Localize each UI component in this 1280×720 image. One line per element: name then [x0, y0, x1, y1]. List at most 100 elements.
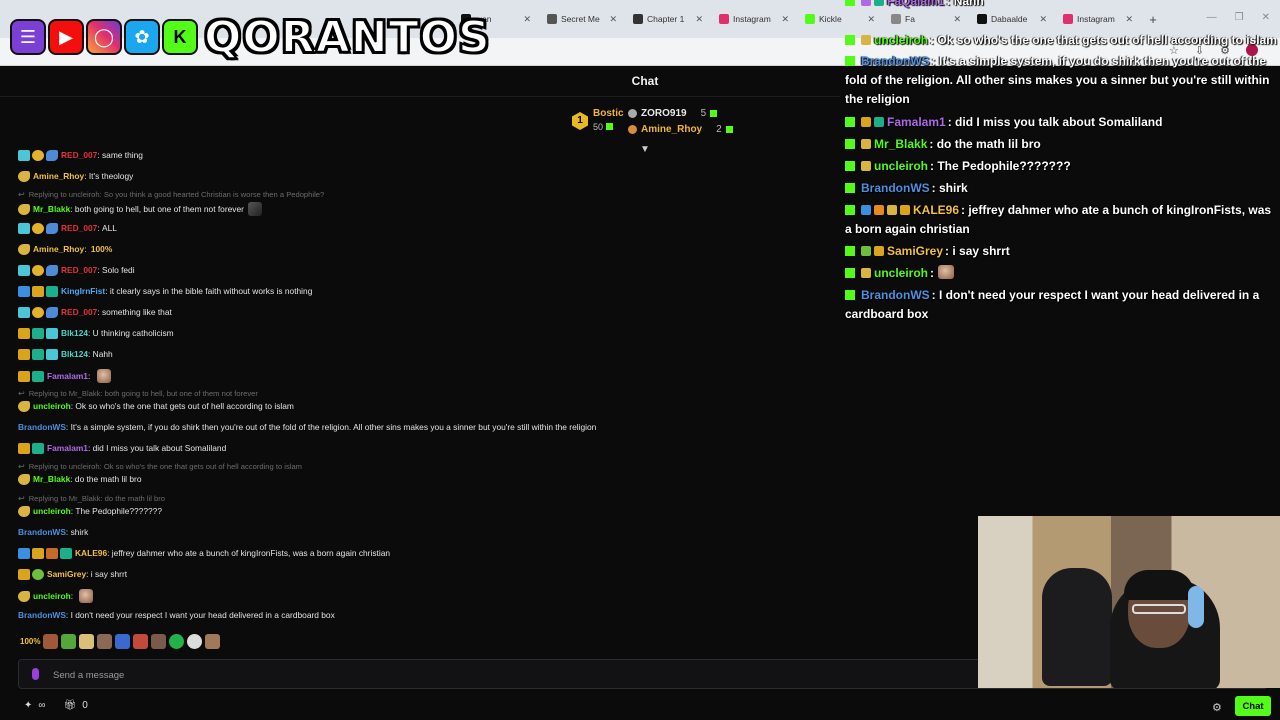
chat-username[interactable]: RED_007 [61, 150, 97, 161]
chat-username[interactable]: BrandonWS [18, 610, 66, 621]
chat-username[interactable]: Famalam1 [47, 371, 88, 382]
close-tab-icon[interactable]: ✕ [609, 14, 617, 25]
emote-icon[interactable] [79, 634, 95, 649]
emote-icon[interactable] [133, 634, 149, 649]
chat-footer: ✦ ∞ 🎁︎ 0 ⚙ Chat [0, 696, 1280, 720]
chat-message[interactable]: Blk124: Nahh [18, 349, 113, 360]
emote-icon[interactable] [115, 634, 131, 649]
user-badge-icon [861, 117, 871, 127]
chat-username[interactable]: KALE96 [75, 548, 107, 559]
chat-message[interactable]: RED_007: Solo fedi [18, 265, 135, 276]
chat-message[interactable]: RED_007: something like that [18, 307, 172, 318]
microphone-icon[interactable] [32, 668, 39, 680]
reply-text: Replying to Mr_Blakk: do the math lil br… [28, 494, 166, 503]
chat-username[interactable]: BrandonWS [18, 422, 66, 433]
gift-leaderboard[interactable]: 1 Bostic 50 ZORO919 5 Amine_Rhoy 2 [568, 104, 733, 144]
chat-message[interactable]: Amine_Rhoy: It's theology [18, 171, 133, 182]
sub-badge-icon [46, 286, 58, 297]
kick-badge-icon [845, 183, 855, 193]
chat-username[interactable]: Amine_Rhoy [33, 171, 84, 182]
emote-icon[interactable] [97, 634, 113, 649]
user-badge-icon [874, 117, 884, 127]
gift-badge-icon [46, 349, 58, 360]
browser-tab[interactable]: Secret Me ✕ [541, 6, 623, 32]
reply-context[interactable]: ↩ Replying to Mr_Blakk: both going to hel… [18, 389, 258, 398]
browser-tab[interactable]: Instagram ✕ [713, 6, 795, 32]
close-tab-icon[interactable]: ✕ [695, 14, 703, 25]
chat-message[interactable]: SamiGrey: i say shrrt [18, 569, 127, 580]
chat-username[interactable]: Blk124 [61, 328, 88, 339]
chat-username[interactable]: RED_007 [61, 307, 97, 318]
chat-username[interactable]: Famalam1 [47, 443, 88, 454]
chat-username[interactable]: RED_007 [61, 265, 97, 276]
emote-icon[interactable] [205, 634, 221, 649]
brand-name: QORANTOS [203, 11, 491, 64]
chat-message[interactable]: Blk124: U thinking catholicism [18, 328, 174, 339]
chat-username[interactable]: RED_007 [61, 223, 97, 234]
user-badges [18, 443, 44, 454]
chat-username[interactable]: uncleiroh [33, 591, 71, 602]
chat-message-text: i say shrrt [90, 569, 128, 579]
leaderboard-row: ZORO919 5 [628, 108, 718, 119]
chat-message[interactable]: RED_007: ALL [18, 223, 117, 234]
chat-username[interactable]: Amine_Rhoy [33, 244, 84, 255]
reply-context[interactable]: ↩ Replying to uncleiroh: So you think a g… [18, 190, 324, 199]
wing-badge-icon [46, 150, 58, 161]
user-badge-icon [874, 0, 884, 6]
chat-message[interactable]: uncleiroh: [18, 589, 94, 603]
chat-message[interactable]: uncleiroh: Ok so who's the one that gets… [18, 401, 294, 412]
emote-icon[interactable] [187, 634, 203, 649]
send-chat-button[interactable]: Chat [1235, 696, 1271, 716]
expand-leaderboard-icon[interactable]: ▼ [640, 144, 650, 155]
chat-message[interactable]: Famalam1: [18, 369, 111, 383]
chat-username[interactable]: KingIrnFist [61, 286, 105, 297]
reply-icon: ↩ [18, 494, 25, 503]
close-tab-icon[interactable]: ✕ [523, 14, 531, 25]
leaderboard-name: ZORO919 [641, 108, 687, 119]
chat-message[interactable]: Amine_Rhoy: 100% [18, 244, 112, 255]
gift-button[interactable]: 🎁︎ 0 [64, 700, 88, 711]
emote-icon[interactable] [169, 634, 185, 649]
emote-icon[interactable] [61, 634, 77, 649]
points-button[interactable]: ✦ ∞ [24, 700, 46, 711]
reply-icon: ↩ [18, 389, 25, 398]
gear-icon[interactable]: ⚙ [1212, 701, 1222, 714]
overlay-username: uncleiroh [874, 159, 929, 173]
overlay-message-text: : did I miss you talk about Somaliland [947, 115, 1163, 129]
overlay-username: uncleiroh [874, 33, 929, 47]
chat-username[interactable]: BrandonWS [18, 527, 66, 538]
reply-context[interactable]: ↩ Replying to Mr_Blakk: do the math lil b… [18, 494, 165, 503]
chat-username[interactable]: Mr_Blakk [33, 474, 70, 485]
twitter-icon: ✿ [124, 19, 160, 55]
chat-username[interactable]: SamiGrey [47, 569, 86, 580]
emote-100[interactable]: 100% [20, 637, 40, 646]
chat-username[interactable]: uncleiroh [33, 401, 71, 412]
browser-tab[interactable]: Chapter 1 ✕ [627, 6, 709, 32]
chat-message[interactable]: BrandonWS: shirk [18, 527, 88, 538]
overlay-chat-line: uncleiroh: [845, 264, 1279, 283]
chat-username[interactable]: Mr_Blakk [33, 204, 70, 215]
chat-username[interactable]: Blk124 [61, 349, 88, 360]
close-tab-icon[interactable]: ✕ [781, 14, 789, 25]
user-badges [18, 569, 44, 580]
chat-message[interactable]: RED_007: same thing [18, 150, 143, 161]
chat-message[interactable]: uncleiroh: The Pedophile??????? [18, 506, 162, 517]
chat-message[interactable]: Famalam1: did I miss you talk about Soma… [18, 443, 226, 454]
chat-message-text: It's a simple system, if you do shirk th… [70, 422, 597, 432]
sub-badge-icon [60, 548, 72, 559]
chat-message[interactable]: KALE96: jeffrey dahmer who ate a bunch o… [18, 548, 390, 559]
chat-message[interactable]: Mr_Blakk: do the math lil bro [18, 474, 141, 485]
emote-image [247, 202, 262, 216]
emote-icon[interactable] [151, 634, 167, 649]
chat-message[interactable]: BrandonWS: It's a simple system, if you … [18, 422, 596, 433]
chat-message[interactable]: KingIrnFist: it clearly says in the bibl… [18, 286, 312, 297]
emote-icon[interactable] [43, 634, 59, 649]
reply-context[interactable]: ↩ Replying to uncleiroh: Ok so who's the … [18, 462, 302, 471]
wing-badge-icon [46, 307, 58, 318]
chat-username[interactable]: uncleiroh [33, 506, 71, 517]
reply-icon: ↩ [18, 462, 25, 471]
chat-message[interactable]: BrandonWS: I don't need your respect I w… [18, 610, 335, 621]
chat-message[interactable]: Mr_Blakk: both going to hell, but one of… [18, 202, 262, 216]
chat-message-input[interactable] [53, 665, 953, 685]
stream-chat-overlay: FaQalam1: Nahh uncleiroh: Ok so who's the… [845, 0, 1280, 330]
